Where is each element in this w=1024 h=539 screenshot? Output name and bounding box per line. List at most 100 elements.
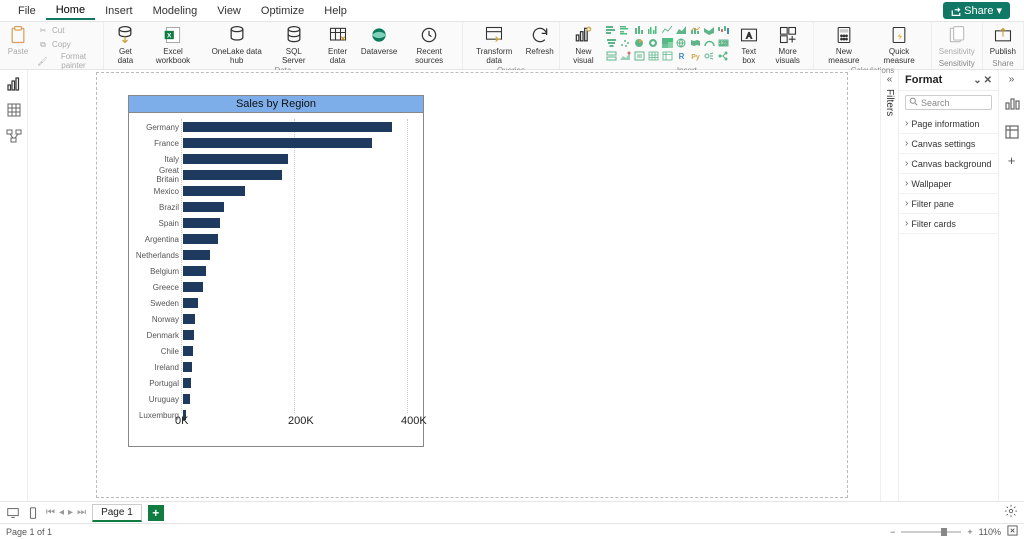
enter-data-button[interactable]: Enter data (318, 23, 358, 66)
refresh-button[interactable]: Refresh (524, 23, 556, 57)
bar[interactable] (183, 378, 191, 388)
bar[interactable] (183, 234, 218, 244)
collapse-right-icon[interactable]: » (1009, 74, 1015, 85)
vis-area-icon[interactable] (675, 24, 688, 36)
vis-scatter-icon[interactable] (619, 37, 632, 49)
format-canvas-background[interactable]: Canvas background (899, 154, 998, 174)
format-search-input[interactable]: Search (905, 95, 992, 110)
page-tab-1[interactable]: Page 1 (92, 504, 142, 522)
add-icon[interactable]: + (1008, 153, 1016, 168)
next-page-icon[interactable]: ▸ (68, 507, 73, 518)
format-page-information[interactable]: Page information (899, 114, 998, 134)
vis-line-icon[interactable] (661, 24, 674, 36)
bar[interactable] (183, 346, 193, 356)
tab-file[interactable]: File (8, 2, 46, 19)
vis-donut-icon[interactable] (647, 37, 660, 49)
report-view-icon[interactable] (6, 76, 22, 92)
more-visuals-button[interactable]: More visuals (766, 23, 809, 66)
vis-filled-map-icon[interactable] (689, 37, 702, 49)
vis-treemap-icon[interactable] (661, 37, 674, 49)
collapse-format-icon[interactable]: ⌄ (973, 75, 981, 86)
format-painter-button[interactable]: 🖌Format painter (34, 51, 99, 71)
vis-r-icon[interactable]: R (675, 50, 688, 62)
vis-slicer-icon[interactable] (633, 50, 646, 62)
bar[interactable] (183, 218, 220, 228)
visualizations-icon[interactable] (1004, 95, 1020, 114)
zoom-slider[interactable] (901, 531, 961, 533)
new-measure-button[interactable]: New measure (818, 23, 869, 66)
vis-stacked-column-icon[interactable] (633, 24, 646, 36)
vis-funnel-icon[interactable] (605, 37, 618, 49)
bar[interactable] (183, 394, 190, 404)
format-filter-cards[interactable]: Filter cards (899, 214, 998, 234)
format-wallpaper[interactable]: Wallpaper (899, 174, 998, 194)
vis-gauge-icon[interactable] (703, 37, 716, 49)
copy-button[interactable]: ⧉Copy (34, 37, 99, 51)
vis-table-icon[interactable] (647, 50, 660, 62)
vis-multirow-icon[interactable] (605, 50, 618, 62)
vis-decomp-icon[interactable] (717, 50, 730, 62)
vis-keyinfluencers-icon[interactable] (703, 50, 716, 62)
bar[interactable] (183, 202, 224, 212)
desktop-layout-icon[interactable] (6, 506, 20, 520)
bar[interactable] (183, 138, 372, 148)
bar[interactable] (183, 298, 198, 308)
sensitivity-button[interactable]: Sensitivity (936, 23, 978, 57)
vis-waterfall-icon[interactable] (717, 24, 730, 36)
share-button[interactable]: Share ▾ (943, 2, 1010, 19)
recent-sources-button[interactable]: Recent sources (401, 23, 458, 66)
last-page-icon[interactable]: ⏭ (77, 507, 86, 518)
vis-card-icon[interactable]: 123 (717, 37, 730, 49)
vis-py-icon[interactable]: Py (689, 50, 702, 62)
page-settings-icon[interactable] (1004, 504, 1018, 521)
sql-button[interactable]: SQL Server (272, 23, 316, 66)
vis-stacked-bar-icon[interactable] (605, 24, 618, 36)
first-page-icon[interactable]: ⏮ (46, 507, 55, 518)
vis-clustered-column-icon[interactable] (647, 24, 660, 36)
zoom-in-icon[interactable]: + (967, 527, 972, 537)
model-view-icon[interactable] (6, 128, 22, 144)
vis-kpi-icon[interactable] (619, 50, 632, 62)
bar[interactable] (183, 154, 288, 164)
vis-ribbon-icon[interactable] (703, 24, 716, 36)
add-page-button[interactable]: + (148, 505, 164, 521)
report-canvas[interactable]: Sales by Region GermanyFranceItalyGreat … (28, 70, 880, 501)
paste-button[interactable]: Paste (4, 23, 32, 57)
fields-icon[interactable] (1004, 124, 1020, 143)
text-box-button[interactable]: AText box (733, 23, 764, 66)
vis-map-icon[interactable] (675, 37, 688, 49)
vis-matrix-icon[interactable] (661, 50, 674, 62)
fit-to-page-icon[interactable] (1007, 525, 1018, 538)
format-filter-pane[interactable]: Filter pane (899, 194, 998, 214)
bar[interactable] (183, 314, 195, 324)
tab-view[interactable]: View (207, 2, 251, 19)
format-canvas-settings[interactable]: Canvas settings (899, 134, 998, 154)
prev-page-icon[interactable]: ◂ (59, 507, 64, 518)
bar[interactable] (183, 186, 245, 196)
sales-by-region-visual[interactable]: Sales by Region GermanyFranceItalyGreat … (128, 95, 424, 447)
tab-home[interactable]: Home (46, 1, 95, 20)
bar[interactable] (183, 362, 192, 372)
filters-pane-collapsed[interactable]: « Filters (880, 70, 898, 501)
bar[interactable] (183, 330, 194, 340)
bar[interactable] (183, 282, 203, 292)
quick-measure-button[interactable]: Quick measure (871, 23, 926, 66)
tab-insert[interactable]: Insert (95, 2, 143, 19)
bar[interactable] (183, 250, 210, 260)
zoom-out-icon[interactable]: − (890, 527, 895, 537)
transform-data-button[interactable]: Transform data (467, 23, 522, 66)
dataverse-button[interactable]: Dataverse (359, 23, 398, 57)
publish-button[interactable]: Publish (987, 23, 1019, 57)
get-data-button[interactable]: Get data (108, 23, 142, 66)
tab-modeling[interactable]: Modeling (143, 2, 208, 19)
new-visual-button[interactable]: New visual (564, 23, 602, 66)
visual-gallery[interactable]: 123 R Py (604, 23, 731, 63)
vis-clustered-bar-icon[interactable] (619, 24, 632, 36)
excel-button[interactable]: XExcel workbook (144, 23, 201, 66)
vis-pie-icon[interactable] (633, 37, 646, 49)
mobile-layout-icon[interactable] (26, 506, 40, 520)
close-format-icon[interactable]: ✕ (984, 75, 992, 86)
data-view-icon[interactable] (6, 102, 22, 118)
onelake-button[interactable]: OneLake data hub (204, 23, 270, 66)
bar[interactable] (183, 122, 392, 132)
